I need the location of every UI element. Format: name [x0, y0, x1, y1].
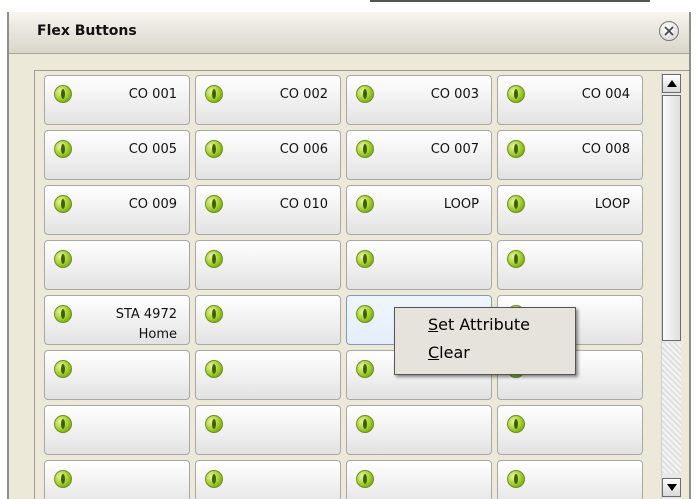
scroll-track[interactable] [662, 343, 681, 473]
scroll-thumb[interactable] [662, 95, 681, 341]
flex-button[interactable]: CO 001 [44, 75, 190, 125]
green-led-icon [205, 250, 223, 268]
flex-button[interactable] [346, 405, 492, 455]
flex-button[interactable] [195, 405, 341, 455]
background-window-edge [370, 0, 650, 12]
green-led-icon [507, 85, 525, 103]
flex-button[interactable]: CO 010 [195, 185, 341, 235]
green-led-icon [205, 360, 223, 378]
green-led-icon [507, 140, 525, 158]
flex-button-label: LOOP [594, 197, 630, 212]
flex-button[interactable] [497, 460, 643, 499]
flex-button-label: LOOP [443, 197, 479, 212]
flex-button[interactable] [195, 240, 341, 290]
flex-buttons-window: Flex Buttons CO 001 CO 002 CO 003 CO 004 CO … [7, 12, 691, 499]
green-led-icon [205, 415, 223, 433]
flex-button[interactable] [44, 240, 190, 290]
vertical-scrollbar[interactable] [661, 73, 681, 499]
flex-button[interactable]: CO 007 [346, 130, 492, 180]
green-led-icon [205, 140, 223, 158]
close-button[interactable] [659, 21, 679, 41]
menu-item-clear-rest: lear [439, 343, 470, 362]
green-led-icon [356, 140, 374, 158]
green-led-icon [54, 250, 72, 268]
green-led-icon [507, 415, 525, 433]
green-led-icon [356, 195, 374, 213]
flex-button-label: CO 007 [430, 142, 479, 157]
flex-button[interactable]: CO 003 [346, 75, 492, 125]
context-menu: Set Attribute Clear [394, 307, 576, 375]
flex-button[interactable]: CO 008 [497, 130, 643, 180]
flex-button[interactable] [44, 460, 190, 499]
flex-button-label: CO 004 [581, 87, 630, 102]
flex-button[interactable] [497, 405, 643, 455]
green-led-icon [54, 305, 72, 323]
flex-button[interactable]: LOOP [497, 185, 643, 235]
flex-button[interactable]: CO 009 [44, 185, 190, 235]
flex-button[interactable]: CO 004 [497, 75, 643, 125]
green-led-icon [356, 470, 374, 488]
menu-item-set-attribute-accel: S [428, 315, 439, 334]
flex-button[interactable] [195, 460, 341, 499]
close-icon [664, 26, 674, 36]
flex-button-label: CO 006 [279, 142, 328, 157]
green-led-icon [356, 360, 374, 378]
flex-button[interactable] [346, 460, 492, 499]
flex-button[interactable]: STA 4972 Home [44, 295, 190, 345]
green-led-icon [356, 250, 374, 268]
flex-button-label: STA 4972 Home [115, 307, 177, 342]
green-led-icon [356, 415, 374, 433]
flex-button-label: CO 002 [279, 87, 328, 102]
flex-button[interactable] [346, 240, 492, 290]
flex-button[interactable] [195, 295, 341, 345]
menu-item-set-attribute[interactable]: Set Attribute [428, 315, 530, 334]
flex-button[interactable] [44, 405, 190, 455]
green-led-icon [54, 195, 72, 213]
menu-item-clear-accel: C [428, 343, 440, 362]
green-led-icon [54, 415, 72, 433]
flex-button-panel: CO 001 CO 002 CO 003 CO 004 CO 005 CO 006 CO 0… [34, 70, 689, 499]
flex-button[interactable] [497, 240, 643, 290]
green-led-icon [356, 305, 374, 323]
scroll-up-button[interactable] [662, 74, 681, 93]
green-led-icon [54, 85, 72, 103]
green-led-icon [54, 360, 72, 378]
flex-button-label: CO 008 [581, 142, 630, 157]
green-led-icon [507, 195, 525, 213]
title-bar: Flex Buttons [9, 12, 689, 54]
green-led-icon [507, 250, 525, 268]
flex-button[interactable]: CO 006 [195, 130, 341, 180]
flex-button[interactable]: LOOP [346, 185, 492, 235]
flex-button-label: CO 005 [128, 142, 177, 157]
flex-button-label: CO 001 [128, 87, 177, 102]
menu-item-set-attribute-rest: et Attribute [438, 315, 531, 334]
green-led-icon [54, 140, 72, 158]
green-led-icon [205, 305, 223, 323]
green-led-icon [205, 85, 223, 103]
window-title: Flex Buttons [37, 23, 137, 39]
menu-item-clear[interactable]: Clear [428, 343, 470, 362]
green-led-icon [54, 470, 72, 488]
green-led-icon [205, 195, 223, 213]
flex-button[interactable]: CO 002 [195, 75, 341, 125]
flex-button[interactable] [44, 350, 190, 400]
flex-button-label: CO 010 [279, 197, 328, 212]
green-led-icon [507, 470, 525, 488]
flex-button[interactable]: CO 005 [44, 130, 190, 180]
scroll-down-button[interactable] [662, 478, 681, 497]
green-led-icon [205, 470, 223, 488]
arrow-down-icon [667, 484, 677, 491]
flex-button[interactable] [195, 350, 341, 400]
flex-button-label: CO 003 [430, 87, 479, 102]
green-led-icon [356, 85, 374, 103]
arrow-up-icon [667, 80, 677, 87]
flex-button-label: CO 009 [128, 197, 177, 212]
